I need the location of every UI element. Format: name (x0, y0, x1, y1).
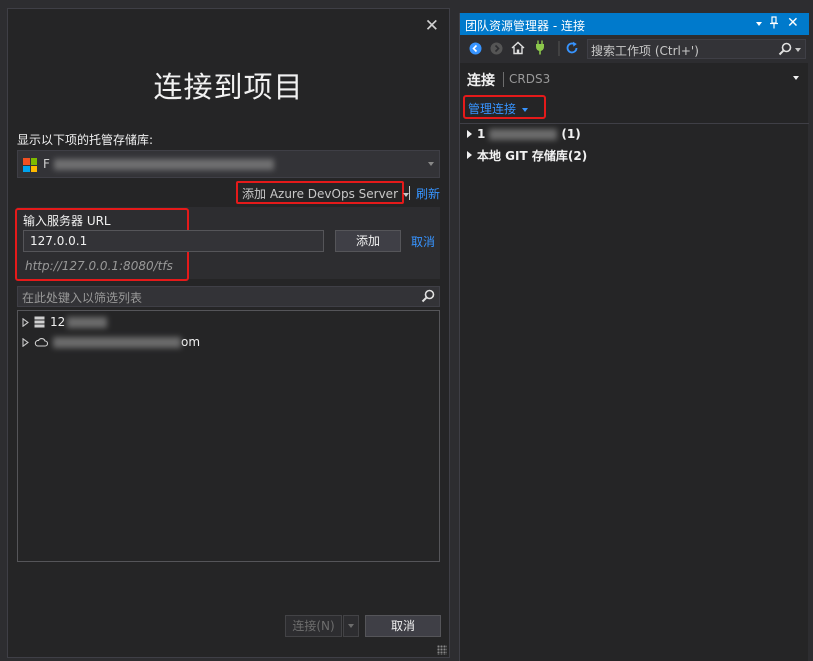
manage-connections-dropdown[interactable]: 管理连接 (463, 95, 546, 119)
plug-connect-icon[interactable] (535, 40, 545, 58)
back-icon[interactable] (469, 42, 482, 58)
team-explorer-panel: 团队资源管理器 - 连接 ✕ 搜索工作项 (Ctrl+') 连接 CRDS3 管… (459, 13, 809, 661)
manage-connections-label: 管理连接 (468, 102, 517, 116)
cancel-link[interactable]: 取消 (411, 233, 435, 250)
server-url-label: 输入服务器 URL (23, 214, 111, 228)
account-name: F (43, 157, 274, 171)
close-icon[interactable]: ✕ (425, 17, 439, 35)
toolbar-separator (558, 41, 560, 59)
expand-arrow-icon[interactable] (22, 317, 29, 327)
context-label: CRDS3 (509, 72, 551, 86)
redacted-text (67, 316, 108, 328)
filter-placeholder: 在此处键入以筛选列表 (22, 291, 143, 305)
microsoft-logo-icon (23, 158, 37, 172)
expand-arrow-icon[interactable] (467, 151, 472, 159)
page-title: 连接 (467, 73, 495, 89)
server-url-input[interactable] (23, 230, 324, 252)
forward-icon[interactable] (490, 42, 503, 58)
connect-dropdown-button[interactable] (343, 615, 359, 637)
add-azure-devops-server-dropdown[interactable]: 添加 Azure DevOps Server (236, 181, 410, 204)
chevron-down-icon[interactable] (793, 76, 799, 80)
local-git-repos-item[interactable]: 本地 GIT 存储库(2) (467, 146, 587, 164)
toolbar-separator (409, 186, 410, 200)
local-git-repos-label: 本地 GIT 存储库(2) (477, 148, 588, 163)
search-placeholder: 搜索工作项 (Ctrl+') (591, 44, 699, 58)
window-position-dropdown-icon[interactable] (756, 22, 762, 26)
dialog-title: 连接到项目 (153, 70, 304, 104)
panel-title: 团队资源管理器 - 连接 (465, 19, 585, 33)
resize-grip-icon[interactable] (437, 645, 447, 655)
connection-item[interactable]: 1 (1) (467, 125, 581, 143)
connection-count: (1) (561, 127, 581, 141)
search-icon[interactable] (778, 42, 792, 59)
tree-item-cloud[interactable]: om (22, 333, 200, 351)
hosted-repos-label: 显示以下项的托管存储库: (17, 133, 154, 147)
background-window-edge (0, 0, 7, 661)
expand-arrow-icon[interactable] (22, 337, 29, 347)
close-icon[interactable]: ✕ (787, 14, 799, 32)
home-icon[interactable] (511, 41, 525, 58)
account-select[interactable]: F (17, 150, 440, 178)
connect-to-project-dialog: ✕ 连接到项目 显示以下项的托管存储库: F 添加 Azure DevOps S… (7, 8, 450, 658)
heading-separator (503, 72, 504, 87)
redacted-text (53, 159, 274, 170)
add-button[interactable]: 添加 (335, 230, 401, 252)
tree-item-server[interactable]: 12 (22, 313, 108, 331)
redacted-text (53, 336, 181, 348)
cloud-icon (34, 337, 48, 347)
tree-item-label: om (181, 335, 201, 349)
tree-item-label: 12 (50, 315, 66, 329)
url-example-hint: http://127.0.0.1:8080/tfs (25, 259, 173, 273)
server-icon (34, 316, 45, 328)
cancel-button[interactable]: 取消 (365, 615, 441, 637)
filter-input[interactable]: 在此处键入以筛选列表 (17, 286, 440, 307)
chevron-down-icon (522, 107, 529, 112)
redacted-text (489, 128, 558, 140)
connect-button[interactable]: 连接(N) (285, 615, 342, 637)
refresh-link[interactable]: 刷新 (416, 185, 440, 202)
expand-arrow-icon[interactable] (467, 130, 472, 138)
pin-icon[interactable] (769, 16, 779, 32)
search-icon[interactable] (421, 289, 435, 306)
add-server-label: 添加 Azure DevOps Server (242, 187, 399, 201)
section-divider (460, 123, 809, 124)
connection-label: 1 (477, 127, 486, 141)
server-tree-list: 12 om (17, 310, 440, 562)
team-explorer-titlebar[interactable]: 团队资源管理器 - 连接 ✕ (460, 13, 809, 35)
chevron-down-icon (428, 162, 434, 166)
refresh-icon[interactable] (565, 41, 579, 58)
search-work-items-input[interactable]: 搜索工作项 (Ctrl+') (587, 39, 806, 59)
chevron-down-icon[interactable] (795, 48, 801, 52)
